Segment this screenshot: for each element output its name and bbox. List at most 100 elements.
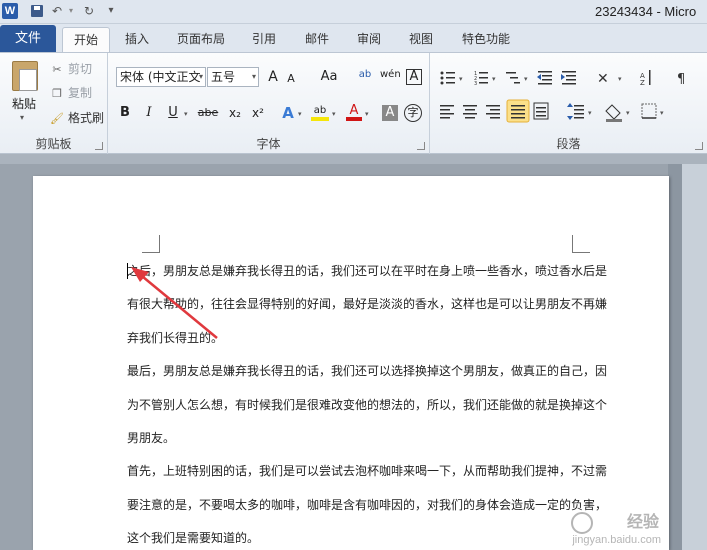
show-marks-icon: ¶: [677, 72, 685, 87]
document-page[interactable]: 之后，男朋友总是嫌弃我长得丑的话，我们还可以在平时在身上喷一些香水，喷过香水后是…: [33, 176, 669, 550]
underline-icon[interactable]: U: [166, 103, 180, 123]
window-title: 23243434 - Micro: [595, 4, 697, 19]
text-effects-icon[interactable]: A: [280, 103, 296, 123]
chevron-down-icon: ▾: [251, 72, 256, 81]
chinese-layout-dropdown-icon: ▾: [618, 75, 622, 83]
font-name-value: 宋体 (中文正文: [120, 70, 201, 84]
distributed-icon: [533, 102, 549, 120]
character-border-icon[interactable]: A: [406, 69, 422, 85]
phonetic-guide-icon[interactable]: wén: [380, 65, 401, 85]
paragraph-group-label: 段落: [556, 137, 581, 151]
increase-indent-icon: [561, 71, 576, 85]
format-painter-label: 格式刷: [68, 111, 105, 125]
ribbon-tabs: 文件 开始 插入 页面布局 引用 邮件 审阅 视图 特色功能: [0, 24, 707, 53]
clipboard-launcher-icon[interactable]: [95, 142, 103, 150]
watermark-url: jingyan.baidu.com: [572, 534, 661, 546]
save-icon[interactable]: [29, 3, 45, 19]
font-size-value: 五号: [211, 70, 236, 84]
shading-icon: [605, 104, 622, 122]
multilevel-list-icon: [506, 72, 520, 84]
multilevel-dropdown-icon: ▾: [524, 75, 528, 83]
chinese-layout-icon: ✕: [597, 71, 609, 87]
justify-button-highlight: [506, 99, 530, 123]
font-group-label: 字体: [256, 137, 281, 151]
word-logo-icon[interactable]: W: [2, 3, 18, 19]
undo-icon[interactable]: ↶: [50, 3, 64, 19]
clear-format-icon[interactable]: ab: [356, 65, 374, 85]
paste-dropdown-icon[interactable]: ▾: [20, 113, 24, 122]
title-bar: W ↶ ▾ ↻ ▾ 23243434 - Micro: [0, 0, 707, 24]
tab-view[interactable]: 视图: [402, 27, 440, 52]
paragraph-launcher-icon[interactable]: [695, 142, 703, 150]
superscript-icon[interactable]: x²: [249, 103, 267, 123]
right-gutter: [682, 164, 707, 550]
highlight-icon[interactable]: ab: [311, 101, 329, 121]
bold-icon[interactable]: B: [118, 103, 132, 123]
paragraph-tools: ▾ 123 ▾ ▾ ✕ ▾ AZ ¶ ▾ ▾ ▾: [440, 70, 685, 123]
tab-page-layout[interactable]: 页面布局: [170, 27, 232, 52]
shrink-font-icon[interactable]: A: [284, 69, 298, 89]
character-shading-icon[interactable]: A: [382, 105, 398, 121]
font-group: 宋体 (中文正文 ▾ 五号 ▾ A A Aa ab wén A B I U ▾ ab…: [108, 53, 430, 154]
numbering-dropdown-icon: ▾: [492, 75, 496, 83]
strikethrough-icon[interactable]: abe: [196, 103, 220, 123]
annotation-arrow-icon: [131, 267, 218, 339]
borders-dropdown-icon: ▾: [660, 109, 664, 117]
font-launcher-icon[interactable]: [417, 142, 425, 150]
ribbon: 粘贴 ▾ ✂ 剪切 ❐ 复制 🖌 格式刷 剪贴板 宋体 (中文正文 ▾ 五号 ▾ A A …: [0, 52, 707, 154]
decrease-indent-icon: [537, 71, 552, 85]
line-spacing-icon: [567, 103, 584, 120]
format-painter-button[interactable]: 🖌 格式刷: [50, 110, 104, 127]
watermark-main: 经验: [626, 512, 659, 531]
enclose-characters-icon[interactable]: 字: [404, 104, 422, 122]
font-size-combo[interactable]: 五号 ▾: [207, 67, 259, 87]
grow-font-icon[interactable]: A: [266, 67, 280, 87]
tab-references[interactable]: 引用: [245, 27, 283, 52]
align-center-icon: [463, 105, 477, 119]
borders-icon: [641, 103, 657, 119]
customize-quick-access-icon[interactable]: ▾: [105, 3, 117, 19]
tab-home[interactable]: 开始: [62, 27, 110, 53]
highlight-dropdown-icon[interactable]: ▾: [332, 110, 336, 118]
copy-button[interactable]: ❐ 复制: [50, 85, 92, 102]
tab-special-features[interactable]: 特色功能: [454, 27, 518, 52]
clipboard-group-label: 剪贴板: [35, 137, 72, 151]
redo-icon[interactable]: ↻: [82, 3, 96, 19]
svg-text:3: 3: [474, 81, 477, 87]
tab-file[interactable]: 文件: [0, 25, 56, 52]
vertical-scrollbar[interactable]: [668, 164, 682, 550]
line-spacing-dropdown-icon: ▾: [588, 109, 592, 117]
undo-dropdown-icon[interactable]: ▾: [67, 3, 75, 19]
copy-label: 复制: [68, 86, 93, 100]
svg-text:¶: ¶: [677, 72, 685, 87]
paste-icon[interactable]: [12, 61, 38, 91]
align-left-icon: [440, 105, 454, 119]
change-case-icon[interactable]: Aa: [318, 67, 340, 87]
subscript-icon[interactable]: x₂: [226, 103, 244, 123]
paragraph-group: ▾ 123 ▾ ▾ ✕ ▾ AZ ¶ ▾ ▾ ▾ 段落: [430, 53, 707, 154]
italic-icon[interactable]: I: [142, 103, 156, 123]
shading-dropdown-icon: ▾: [626, 109, 630, 117]
font-name-combo[interactable]: 宋体 (中文正文 ▾: [116, 67, 206, 87]
clipboard-group: 粘贴 ▾ ✂ 剪切 ❐ 复制 🖌 格式刷 剪贴板: [0, 53, 108, 154]
underline-dropdown-icon[interactable]: ▾: [184, 110, 188, 118]
bullets-icon: [440, 71, 455, 85]
numbering-icon: 123: [474, 71, 488, 87]
ruler-strip: [0, 154, 707, 164]
cut-button[interactable]: ✂ 剪切: [50, 61, 92, 78]
svg-text:✕: ✕: [597, 71, 609, 87]
tab-insert[interactable]: 插入: [118, 27, 156, 52]
baidu-badge-icon: [571, 512, 593, 534]
font-color-dropdown-icon[interactable]: ▾: [365, 110, 369, 118]
paintbrush-icon: 🖌: [50, 112, 64, 125]
chevron-down-icon: ▾: [198, 72, 203, 81]
text-effects-dropdown-icon[interactable]: ▾: [298, 110, 302, 118]
tab-mailings[interactable]: 邮件: [298, 27, 336, 52]
align-right-icon: [486, 105, 500, 119]
cut-label: 剪切: [68, 62, 93, 76]
scissors-icon: ✂: [52, 63, 62, 76]
tab-review[interactable]: 审阅: [350, 27, 388, 52]
paste-button-label[interactable]: 粘贴: [12, 95, 36, 112]
font-color-icon[interactable]: A: [346, 101, 362, 121]
copy-icon: ❐: [52, 87, 62, 100]
